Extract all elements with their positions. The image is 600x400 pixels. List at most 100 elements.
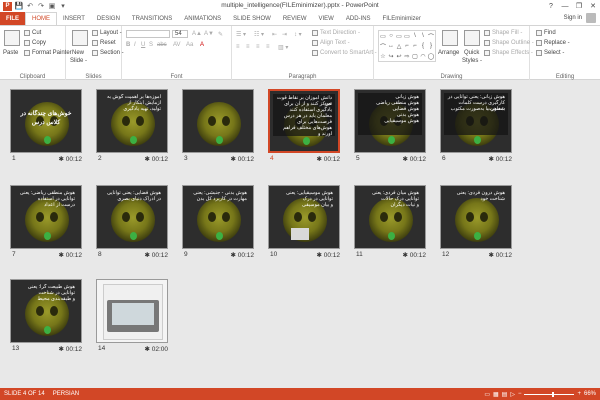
restore-button[interactable]: ❐	[572, 0, 586, 12]
slide-image[interactable]: دانش آموزان بر نقاط قوت خود تمرکز کنند و …	[268, 89, 340, 153]
help-button[interactable]: ?	[544, 0, 558, 12]
slide-thumbnail-5[interactable]: هوش زبانی هوش منطقی ریاضی هوش فضایی هوش بدن…	[354, 89, 426, 163]
transition-star-icon[interactable]: ✱	[58, 346, 65, 353]
shape-effects-button[interactable]: Shape Effects -	[484, 50, 533, 56]
line-shape-icon-2[interactable]: \	[419, 31, 427, 41]
undo-icon[interactable]: ↶	[26, 2, 34, 10]
slide-image[interactable]: هوش درون فردی: یعنی شناخت خود	[440, 185, 512, 249]
oval-shape-icon[interactable]: ○	[387, 31, 395, 41]
format-painter-button[interactable]: Format Painter	[24, 50, 72, 56]
slide-thumbnail-4[interactable]: دانش آموزان بر نقاط قوت خود تمرکز کنند و …	[268, 89, 340, 163]
slide-thumbnail-14[interactable]: 14 ✱ 02:00	[96, 279, 168, 353]
slide-image[interactable]	[96, 279, 168, 343]
find-button[interactable]: Find	[536, 30, 556, 36]
tab-insert[interactable]: INSERT	[57, 12, 91, 25]
tab-file[interactable]: FILE	[0, 12, 25, 25]
transition-star-icon[interactable]: ✱	[230, 156, 237, 163]
justify-icon[interactable]: ≡	[266, 44, 270, 50]
font-name-box[interactable]	[126, 30, 170, 38]
section-button[interactable]: Section -	[92, 50, 124, 56]
slide-sorter-view-icon[interactable]: ▦	[493, 391, 499, 398]
tab-add-ins[interactable]: ADD-INS	[340, 12, 377, 25]
underline-button[interactable]: U	[141, 42, 145, 48]
transition-star-icon[interactable]: ✱	[402, 252, 409, 259]
slide-image[interactable]: هوش بدنی - جنبشی: یعنی مهارت در کاربرد کل…	[182, 185, 254, 249]
line-shape-icon[interactable]: \	[411, 31, 419, 41]
curved-arrow-shape-icon-2[interactable]: ↩	[395, 51, 403, 61]
slide-image[interactable]: هوش موسیقیایی: یعنی توانایی در درک و بیان …	[268, 185, 340, 249]
slide-thumbnail-12[interactable]: هوش درون فردی: یعنی شناخت خود 12 ✱ 00:12	[440, 185, 512, 259]
layout-button[interactable]: Layout -	[92, 30, 122, 36]
arc-shape-icon[interactable]: ⌒	[427, 31, 435, 41]
arc-shape-icon-2[interactable]: ⌒	[379, 41, 387, 51]
transition-star-icon[interactable]: ✱	[58, 156, 65, 163]
elbow-shape-icon-2[interactable]: ⌐	[411, 41, 419, 51]
star-shape-icon[interactable]: ☆	[379, 51, 387, 61]
circle-shape-icon[interactable]: ◯	[427, 51, 435, 61]
rectangle-shape-icon-3[interactable]: ▭	[403, 31, 411, 41]
paste-button[interactable]: Paste	[3, 50, 18, 56]
strikethrough-button[interactable]: abc	[157, 42, 167, 48]
slide-image[interactable]: خوش‌های چندگانه در کلاس درس	[10, 89, 82, 153]
elbow-shape-icon[interactable]: ⌐	[403, 41, 411, 51]
char-spacing-button[interactable]: AV	[173, 42, 181, 48]
font-size-box[interactable]: 54	[172, 30, 188, 38]
curved-arrow-shape-icon[interactable]: ↪	[387, 51, 395, 61]
double-arrow-shape-icon[interactable]: ↔	[387, 41, 395, 51]
slide-thumbnail-2[interactable]: آموزه‌ها بر اهمیت گوش به آزمایش ابتکار از…	[96, 89, 168, 163]
close-button[interactable]: ✕	[586, 0, 600, 12]
slideshow-view-icon[interactable]: ▷	[510, 391, 515, 398]
normal-view-icon[interactable]: ▭	[484, 391, 490, 398]
slide-image[interactable]	[182, 89, 254, 153]
save-icon[interactable]: 💾	[15, 2, 24, 10]
tab-home[interactable]: HOME	[25, 12, 57, 25]
slide-thumbnail-7[interactable]: هوش منطقی ریاضی: یعنی توانایی در استفاده د…	[10, 185, 82, 259]
transition-star-icon[interactable]: ✱	[58, 252, 65, 259]
slide-thumbnail-6[interactable]: هوش زبانی: یعنی توانایی در کارگیری درست ک…	[440, 89, 512, 163]
quick-styles-icon[interactable]	[464, 30, 480, 46]
align-left-icon[interactable]: ≡	[236, 44, 240, 50]
replace-button[interactable]: Replace -	[536, 40, 570, 46]
tab-view[interactable]: VIEW	[313, 12, 340, 25]
new-slide-dropdown[interactable]: Slide -	[70, 58, 87, 64]
slide-image[interactable]: هوش طبیعت گرا: یعنی توانایی در شناخت و طبق…	[10, 279, 82, 343]
zoom-slider[interactable]	[524, 391, 575, 397]
rounded-rect-shape-icon[interactable]: ▢	[411, 51, 419, 61]
slide-thumbnail-13[interactable]: هوش طبیعت گرا: یعنی توانایی در شناخت و طبق…	[10, 279, 82, 353]
sign-in-link[interactable]: Sign in	[564, 15, 582, 21]
slide-image[interactable]: هوش فضایی: یعنی توانایی در ادراک دنیای بص…	[96, 185, 168, 249]
slide-image[interactable]: هوش میان فردی: یعنی توانایی درک حالات و نی…	[354, 185, 426, 249]
arrange-icon[interactable]	[442, 30, 458, 46]
slide-thumbnail-3[interactable]: 3 ✱ 00:12	[182, 89, 254, 163]
shape-fill-button[interactable]: Shape Fill -	[484, 30, 522, 36]
shadow-button[interactable]: S	[149, 42, 153, 48]
slide-image[interactable]: هوش زبانی هوش منطقی ریاضی هوش فضایی هوش بدن…	[354, 89, 426, 153]
align-right-icon[interactable]: ≡	[256, 44, 260, 50]
tab-animations[interactable]: ANIMATIONS	[178, 12, 227, 25]
clear-format-icon[interactable]: ✎	[218, 31, 223, 38]
shapes-gallery[interactable]: ▭ ○ ▭ ▭ \ \ ⌒ ⌒ ↔ △ ⌐ ⌐ { } ☆ ↪ ↩ ⇨ ▢ ◠	[378, 30, 436, 62]
moon-shape-icon[interactable]: ◠	[419, 51, 427, 61]
bold-button[interactable]: B	[126, 42, 130, 48]
customize-qat-icon[interactable]: ▾	[59, 2, 67, 10]
bullets-icon[interactable]: ☰ ▾	[236, 31, 246, 38]
slide-thumbnail-9[interactable]: هوش بدنی - جنبشی: یعنی مهارت در کاربرد کل…	[182, 185, 254, 259]
zoom-level[interactable]: 66%	[584, 391, 596, 397]
rectangle-shape-icon-2[interactable]: ▭	[395, 31, 403, 41]
slide-image[interactable]: آموزه‌ها بر اهمیت گوش به آزمایش ابتکار از…	[96, 89, 168, 153]
slide-image[interactable]: هوش منطقی ریاضی: یعنی توانایی در استفاده د…	[10, 185, 82, 249]
zoom-out-icon[interactable]: −	[518, 391, 522, 397]
slide-thumbnail-10[interactable]: هوش موسیقیایی: یعنی توانایی در درک و بیان …	[268, 185, 340, 259]
line-spacing-icon[interactable]: ↕ ▾	[294, 31, 302, 38]
tab-fileminimizer[interactable]: FILEminimizer	[377, 12, 427, 25]
paste-icon[interactable]	[4, 30, 20, 46]
transition-star-icon[interactable]: ✱	[316, 156, 323, 163]
tab-slide-show[interactable]: SLIDE SHOW	[227, 12, 277, 25]
zoom-slider-thumb[interactable]	[552, 391, 555, 397]
new-slide-button[interactable]: New	[72, 50, 84, 56]
convert-smartart-button[interactable]: Convert to SmartArt -	[312, 50, 377, 56]
redo-icon[interactable]: ↷	[37, 2, 45, 10]
slide-thumbnail-11[interactable]: هوش میان فردی: یعنی توانایی درک حالات و نی…	[354, 185, 426, 259]
zoom-in-icon[interactable]: +	[577, 391, 581, 397]
transition-star-icon[interactable]: ✱	[144, 156, 151, 163]
